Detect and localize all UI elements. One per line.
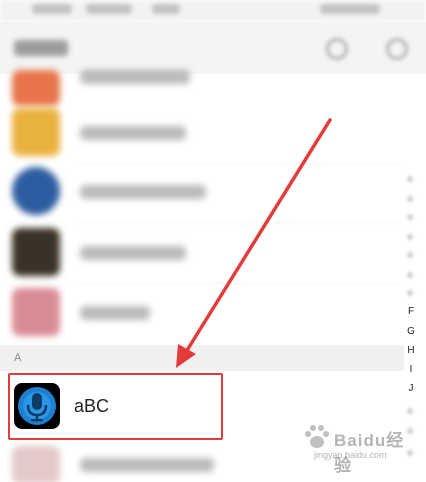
index-letter-j[interactable]: J	[402, 383, 420, 394]
app-icon	[12, 108, 60, 156]
list-item[interactable]	[0, 284, 400, 342]
watermark: Baidu经验 jingyan.baidu.com	[300, 420, 410, 475]
index-letter-g[interactable]: G	[402, 326, 420, 337]
section-header: A	[0, 345, 404, 371]
list-item[interactable]	[0, 224, 400, 284]
settings-icon[interactable]	[386, 38, 408, 60]
search-icon[interactable]	[326, 38, 348, 60]
list-item[interactable]	[0, 104, 400, 164]
status-bar	[0, 0, 426, 22]
index-letter-h[interactable]: H	[402, 345, 420, 356]
watermark-url: jingyan.baidu.com	[314, 450, 387, 460]
paw-icon	[305, 425, 329, 448]
index-letter-i[interactable]: I	[402, 364, 420, 375]
app-icon	[12, 167, 60, 215]
app-icon	[12, 288, 60, 336]
section-header-label: A	[14, 352, 22, 364]
index-letter-f[interactable]: F	[402, 306, 420, 317]
app-icon	[12, 70, 60, 106]
header-title	[14, 40, 68, 56]
list-item[interactable]	[0, 163, 400, 223]
annotation-highlight-box	[8, 373, 223, 440]
app-icon	[12, 228, 60, 276]
app-icon	[12, 446, 60, 482]
